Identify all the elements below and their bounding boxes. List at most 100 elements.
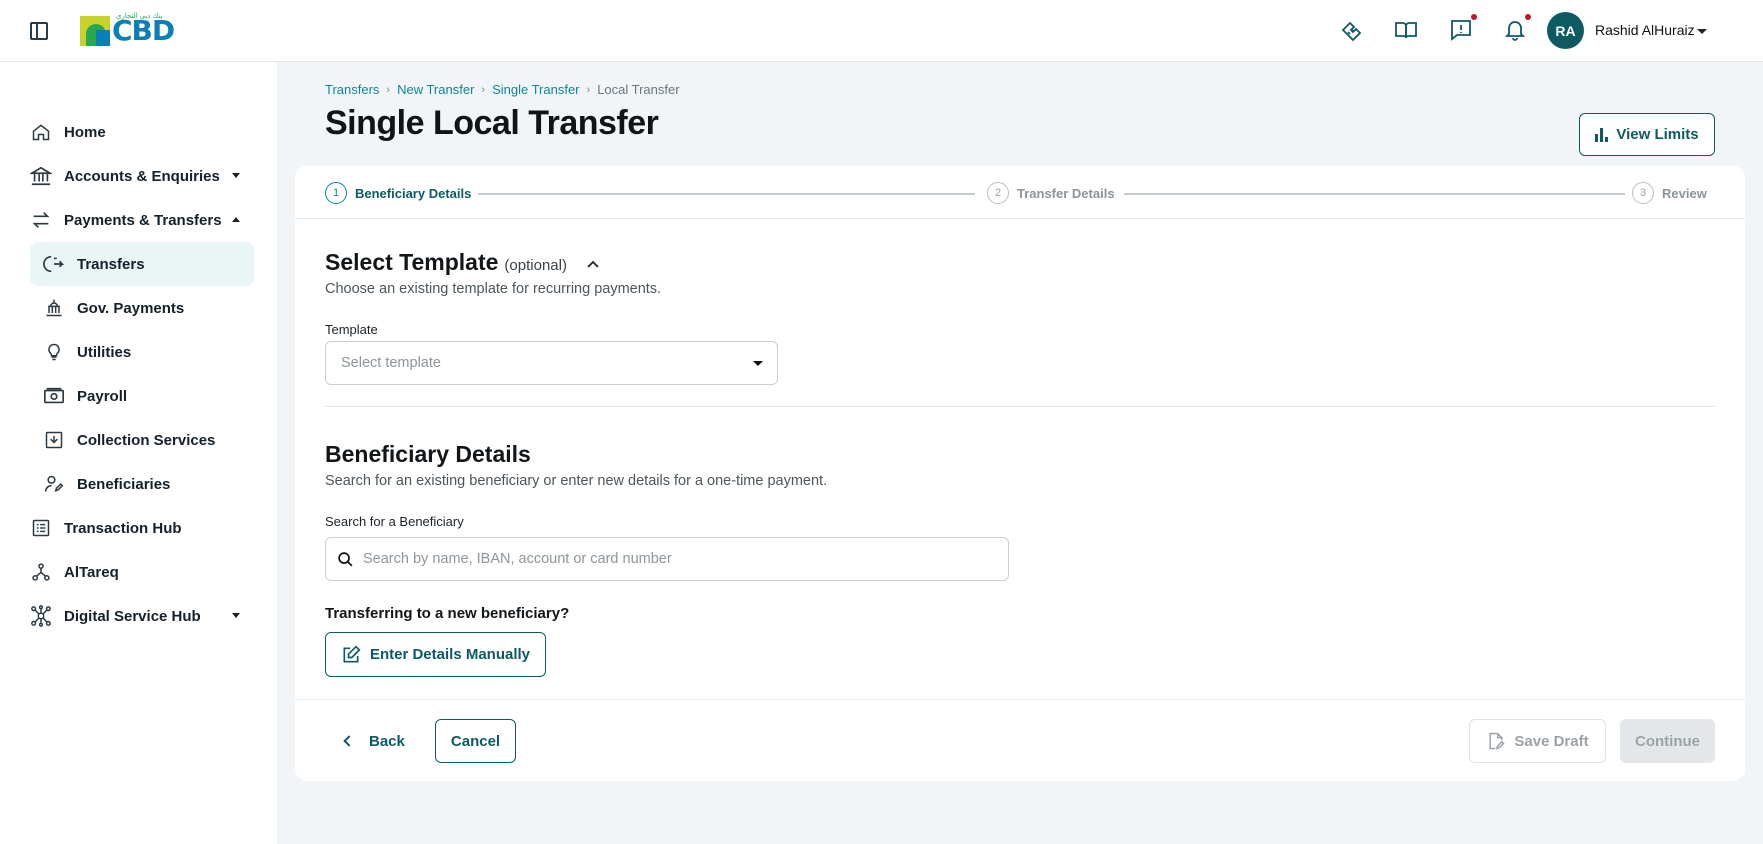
notification-dot [1471,14,1477,20]
sidebar-item-label: Transfers [77,255,145,273]
user-name[interactable]: Rashid AlHuraiz [1595,22,1695,38]
view-limits-label: View Limits [1616,126,1699,143]
breadcrumb-single-transfer[interactable]: Single Transfer [492,82,579,97]
sidebar-item-beneficiaries[interactable]: Beneficiaries [30,462,254,506]
network-icon [30,561,52,583]
step-label: Beneficiary Details [355,185,472,201]
sidebar-item-label: Beneficiaries [77,475,171,493]
top-bar: CBD بنك دبي التجاري RA Rashid AlHuraiz [0,0,1763,62]
file-edit-icon [1489,732,1505,750]
save-draft-button[interactable]: Save Draft [1469,719,1606,763]
beneficiary-search-label: Search for a Beneficiary [325,514,464,529]
beneficiary-search-input[interactable]: Search by name, IBAN, account or card nu… [325,537,1009,581]
step-beneficiary-details: 1 Beneficiary Details [325,182,471,204]
sidebar: Home Accounts & Enquiries Payments & Tra… [0,62,277,844]
breadcrumb: Transfers › New Transfer › Single Transf… [325,82,680,97]
sidebar-item-payroll[interactable]: Payroll [30,374,254,418]
page-title: Single Local Transfer [325,104,659,142]
sidebar-item-transfers[interactable]: Transfers [30,242,254,286]
step-number: 2 [987,182,1009,204]
chevron-right-icon: › [481,83,486,96]
view-limits-button[interactable]: View Limits [1579,113,1715,156]
template-select[interactable]: Select template [325,341,778,385]
stepper: 1 Beneficiary Details 2 Transfer Details… [295,166,1745,219]
government-icon [43,297,65,319]
home-icon [30,121,52,143]
search-icon [338,552,353,567]
template-select-placeholder: Select template [341,355,441,371]
avatar[interactable]: RA [1547,12,1584,49]
transfer-form-card: 1 Beneficiary Details 2 Transfer Details… [295,166,1745,781]
search-placeholder: Search by name, IBAN, account or card nu… [363,551,672,567]
bar-chart-icon [1595,127,1609,142]
breadcrumb-new-transfer[interactable]: New Transfer [397,82,474,97]
section-title-text: Select Template [325,249,499,275]
notification-dot [1525,14,1531,20]
chevron-up-icon[interactable] [587,260,599,268]
sidebar-item-payments-transfers[interactable]: Payments & Transfers [30,198,254,242]
back-label: Back [369,732,405,750]
chevron-down-icon [232,613,240,618]
cancel-button[interactable]: Cancel [435,719,516,763]
feedback-button[interactable] [1449,14,1477,42]
template-field-label: Template [325,322,378,337]
cash-icon [43,385,65,407]
chevron-down-icon [753,361,763,366]
beneficiary-details-title: Beneficiary Details [325,441,531,467]
chevron-down-icon[interactable] [1697,29,1707,34]
sidebar-item-gov-payments[interactable]: Gov. Payments [30,286,254,330]
manual-button-label: Enter Details Manually [369,646,531,663]
bank-icon [30,165,52,187]
sidebar-item-label: Digital Service Hub [64,607,201,625]
step-connector [1124,193,1625,195]
chevron-up-icon [232,217,240,222]
step-connector [478,193,975,195]
sidebar-item-label: Collection Services [77,431,216,449]
logo-mark [80,16,110,46]
lightbulb-icon [43,341,65,363]
sidebar-item-label: Payments & Transfers [64,211,222,229]
sidebar-item-collection-services[interactable]: Collection Services [30,418,254,462]
edit-icon [343,644,361,662]
enter-details-manually-button[interactable]: Enter Details Manually [325,632,546,677]
transfer-arrows-icon [30,209,52,231]
user-edit-icon [43,473,65,495]
section-divider [325,406,1715,407]
sidebar-item-label: Transaction Hub [64,519,182,537]
notifications-button[interactable] [1503,14,1531,42]
chevron-left-icon [343,735,355,747]
book-icon[interactable] [1394,18,1418,42]
hub-icon [30,605,52,627]
save-draft-label: Save Draft [1514,732,1589,750]
chevron-down-icon [232,173,240,178]
sidebar-toggle-icon[interactable] [30,22,48,40]
sidebar-item-transaction-hub[interactable]: Transaction Hub [30,506,254,550]
step-number: 1 [325,182,347,204]
logo[interactable]: CBD بنك دبي التجاري [80,13,175,48]
select-template-title[interactable]: Select Template (optional) [325,249,599,276]
continue-button[interactable]: Continue [1620,719,1715,763]
sidebar-item-label: Payroll [77,387,128,405]
logo-arabic-text: بنك دبي التجاري [116,13,163,20]
sidebar-item-utilities[interactable]: Utilities [30,330,254,374]
message-alert-icon [1451,20,1471,41]
step-number: 3 [1632,182,1654,204]
sidebar-item-accounts[interactable]: Accounts & Enquiries [30,154,254,198]
sidebar-item-altareq[interactable]: AlTareq [30,550,254,594]
chevron-right-icon: › [386,83,391,96]
sidebar-item-digital-service-hub[interactable]: Digital Service Hub [30,594,254,638]
sidebar-item-label: AlTareq [64,563,119,581]
form-footer: Back Cancel Save Draft Continue [295,699,1745,781]
sidebar-item-label: Utilities [77,343,132,361]
handshake-icon[interactable] [1340,18,1364,42]
step-review: 3 Review [1632,182,1707,204]
sidebar-item-label: Gov. Payments [77,299,185,317]
select-template-description: Choose an existing template for recurrin… [325,281,662,297]
logo-text: CBD [112,14,175,47]
sidebar-item-home[interactable]: Home [30,110,254,154]
list-icon [30,517,52,539]
sidebar-item-label: Accounts & Enquiries [64,167,220,185]
optional-label: (optional) [504,257,567,274]
breadcrumb-transfers[interactable]: Transfers [325,82,379,97]
back-button[interactable]: Back [335,719,415,763]
